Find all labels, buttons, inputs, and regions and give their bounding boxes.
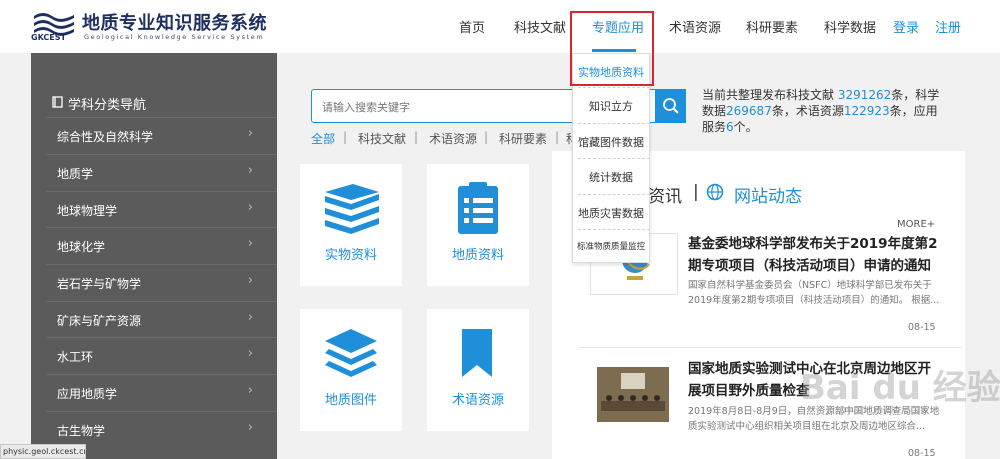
stats-data-count: 269687 bbox=[726, 104, 772, 118]
logo-title: 地质专业知识服务系统 bbox=[82, 13, 267, 34]
dropdown-item-map-collection[interactable]: 馆藏图件数据 bbox=[572, 134, 650, 150]
sidebar-item-general-science[interactable]: 综合性及自然科学 › bbox=[46, 117, 277, 153]
watermark-url: jingyan.baidu.com bbox=[826, 403, 928, 416]
status-bar-url: physic.geol.ckcest.cn bbox=[0, 444, 86, 459]
chevron-right-icon: › bbox=[247, 383, 253, 398]
highlight-box bbox=[570, 11, 654, 86]
sidebar-item-geochemistry[interactable]: 地球化学 › bbox=[46, 227, 277, 263]
filter-divider: | bbox=[414, 130, 419, 144]
layers-icon bbox=[325, 329, 377, 377]
filter-divider: | bbox=[484, 130, 489, 144]
tile-label: 术语资源 bbox=[451, 393, 504, 408]
sidebar-item-label: 应用地质学 bbox=[57, 387, 118, 401]
dropdown-divider bbox=[578, 87, 650, 89]
tile-label: 实物资料 bbox=[324, 248, 377, 263]
chevron-right-icon: › bbox=[247, 420, 253, 435]
tile-geology-maps[interactable]: 地质图件 bbox=[300, 309, 402, 431]
chevron-right-icon: › bbox=[247, 273, 253, 288]
sidebar-title: 学科分类导航 bbox=[68, 98, 147, 113]
logo-abbr: GKCEST bbox=[31, 33, 66, 42]
logo-subtitle: Geological Knowledge Service System bbox=[84, 33, 265, 41]
chevron-right-icon: › bbox=[247, 310, 253, 325]
dropdown-item-statistics[interactable]: 统计数据 bbox=[572, 169, 650, 185]
search-icon bbox=[663, 98, 679, 114]
chevron-right-icon: › bbox=[247, 200, 253, 215]
nav-terminology[interactable]: 术语资源 bbox=[669, 17, 721, 36]
sidebar-item-mineral-deposits[interactable]: 矿床与矿产资源 › bbox=[46, 301, 277, 337]
chevron-right-icon: › bbox=[247, 126, 253, 141]
news-tab-site-updates[interactable]: 网站动态 bbox=[734, 182, 802, 207]
dropdown-divider bbox=[578, 194, 650, 196]
sidebar-item-geology[interactable]: 地质学 › bbox=[46, 154, 277, 190]
sidebar-item-petrology[interactable]: 岩石学与矿物学 › bbox=[46, 264, 277, 300]
stats-literature-count: 3291262 bbox=[837, 88, 892, 102]
stats-text: 条，术语资源 bbox=[771, 104, 844, 118]
news-tab-info[interactable]: 资讯 bbox=[648, 182, 682, 207]
sidebar-item-label: 岩石学与矿物学 bbox=[57, 277, 142, 291]
sidebar-item-hydro-eng-env[interactable]: 水工环 › bbox=[46, 337, 277, 373]
news-tab-divider: | bbox=[693, 182, 699, 202]
sidebar-item-paleontology[interactable]: 古生物学 › bbox=[46, 411, 277, 447]
tile-label: 地质资料 bbox=[451, 248, 504, 263]
nav-home[interactable]: 首页 bbox=[459, 17, 485, 36]
sidebar-item-label: 古生物学 bbox=[57, 424, 106, 438]
register-link[interactable]: 注册 bbox=[935, 17, 961, 36]
sidebar-item-label: 矿床与矿产资源 bbox=[57, 314, 142, 328]
clipboard-list-icon bbox=[458, 182, 498, 234]
nav-literature[interactable]: 科技文献 bbox=[514, 17, 566, 36]
stats-term-count: 122923 bbox=[843, 104, 890, 118]
nav-science-data[interactable]: 科学数据 bbox=[824, 17, 876, 36]
sidebar-item-label: 地球物理学 bbox=[57, 204, 118, 218]
chevron-right-icon: › bbox=[247, 236, 253, 251]
dropdown-item-knowledge-cube[interactable]: 知识立方 bbox=[572, 98, 650, 114]
news-divider bbox=[578, 347, 962, 348]
sidebar-item-label: 水工环 bbox=[57, 350, 94, 364]
sidebar-item-applied-geology[interactable]: 应用地质学 › bbox=[46, 374, 277, 410]
filter-divider: | bbox=[555, 130, 560, 144]
tile-physical-materials[interactable]: 实物资料 bbox=[300, 164, 402, 286]
more-link[interactable]: MORE+ bbox=[897, 219, 935, 230]
sidebar-item-label: 综合性及自然科学 bbox=[57, 130, 154, 144]
sidebar-item-geophysics[interactable]: 地球物理学 › bbox=[46, 191, 277, 227]
search-input[interactable] bbox=[320, 97, 584, 117]
news-item-title[interactable]: 基金委地球科学部发布关于2019年度第2期专项项目（科技活动项目）申请的通知 bbox=[688, 233, 940, 277]
chevron-right-icon: › bbox=[247, 163, 253, 178]
sidebar-item-label: 地球化学 bbox=[57, 240, 106, 254]
dropdown-item-geohazard[interactable]: 地质灾害数据 bbox=[572, 205, 650, 221]
news-item-date: 08-15 bbox=[908, 322, 936, 333]
stats-service-count: 6 bbox=[726, 120, 734, 134]
filter-literature[interactable]: 科技文献 bbox=[358, 130, 406, 147]
tile-label: 地质图件 bbox=[324, 393, 377, 408]
sidebar-item-label: 地质学 bbox=[57, 167, 94, 181]
news-item-summary: 国家自然科学基金委员会（NSFC）地球科学部已发布关于2019年度第2期专项项目… bbox=[688, 280, 940, 306]
filter-divider: | bbox=[343, 130, 348, 144]
book-icon bbox=[52, 96, 63, 108]
news-thumbnail-meeting[interactable] bbox=[597, 367, 669, 422]
bookmark-icon bbox=[462, 329, 492, 377]
filter-research[interactable]: 科研要素 bbox=[499, 130, 547, 147]
stats-summary: 当前共整理发布科技文献 3291262条，科学数据269687条，术语资源122… bbox=[702, 87, 947, 135]
news-item-date: 08-15 bbox=[908, 448, 936, 459]
books-stack-icon bbox=[325, 184, 379, 234]
chevron-right-icon: › bbox=[247, 346, 253, 361]
watermark: Bai du 经验 bbox=[800, 368, 1000, 408]
dropdown-divider bbox=[578, 158, 650, 160]
stats-text: 当前共整理发布科技文献 bbox=[702, 88, 835, 102]
dropdown-divider bbox=[578, 229, 650, 231]
globe-icon bbox=[706, 183, 724, 201]
nav-research-elements[interactable]: 科研要素 bbox=[746, 17, 798, 36]
tile-geology-materials[interactable]: 地质资料 bbox=[427, 164, 529, 286]
tile-terminology[interactable]: 术语资源 bbox=[427, 309, 529, 431]
login-link[interactable]: 登录 bbox=[893, 17, 919, 36]
search-button[interactable] bbox=[656, 89, 686, 123]
stats-text: 个。 bbox=[733, 120, 758, 134]
meeting-photo-icon bbox=[597, 367, 669, 422]
dropdown-item-reference-material[interactable]: 标准物质质量监控 bbox=[572, 240, 650, 252]
filter-terminology[interactable]: 术语资源 bbox=[429, 130, 477, 147]
filter-all[interactable]: 全部 bbox=[311, 130, 335, 147]
dropdown-divider bbox=[578, 123, 650, 125]
